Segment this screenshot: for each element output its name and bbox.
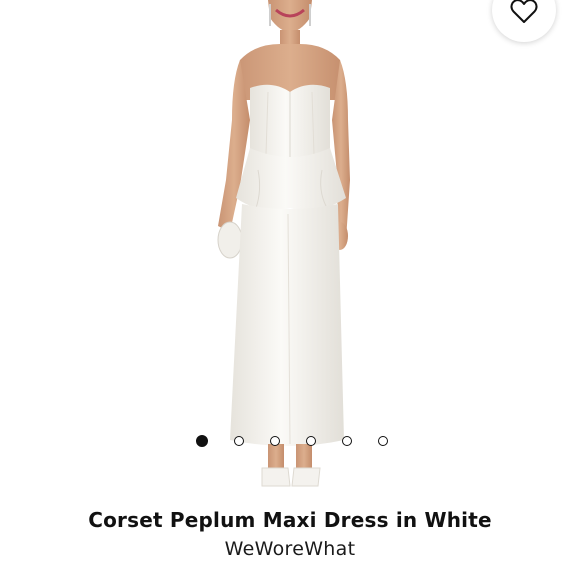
carousel-pagination — [196, 434, 388, 448]
carousel-dot[interactable] — [306, 436, 316, 446]
product-brand[interactable]: WeWoreWhat — [0, 538, 580, 560]
carousel-dot[interactable] — [234, 436, 244, 446]
heart-outline-icon — [510, 0, 538, 23]
carousel-dot[interactable] — [196, 435, 208, 447]
product-image[interactable] — [0, 0, 580, 500]
product-title: Corset Peplum Maxi Dress in White — [88, 508, 492, 532]
carousel-dot[interactable] — [378, 436, 388, 446]
product-image-gallery[interactable] — [0, 0, 580, 500]
carousel-dot[interactable] — [342, 436, 352, 446]
carousel-dot[interactable] — [270, 436, 280, 446]
